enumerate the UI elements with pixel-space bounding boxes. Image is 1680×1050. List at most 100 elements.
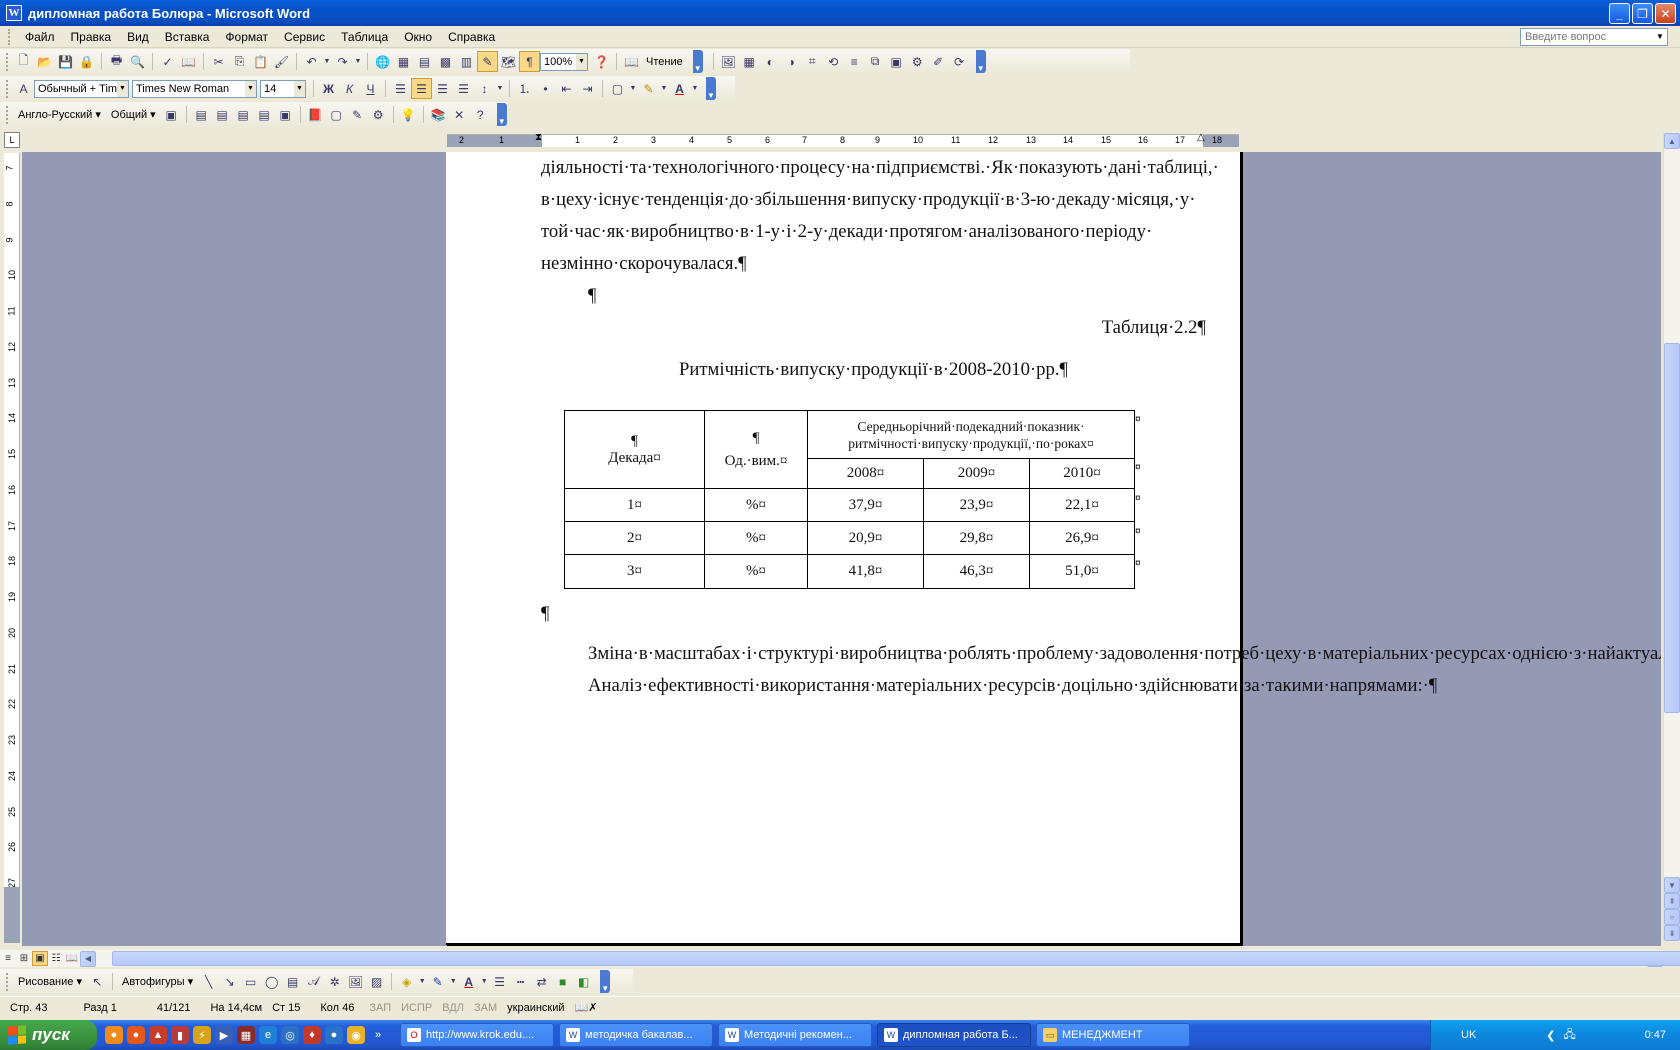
undo-dropdown-icon[interactable]: ▼ [322,51,332,72]
settings-icon[interactable]: ⚙ [368,104,389,125]
font-size-select[interactable]: 14 ▼ [260,79,306,98]
lightbulb-icon[interactable]: 💡 [398,104,419,125]
text-box-icon[interactable]: ▤ [282,971,303,992]
reading-view-icon[interactable]: 📖 [64,951,80,966]
format-picture-icon[interactable]: ⚙ [907,51,928,72]
chevron-down-icon[interactable]: ▼ [117,80,128,97]
vertical-scroll-thumb[interactable] [1664,343,1680,713]
insert-excel-icon[interactable]: ▩ [435,51,456,72]
app-icon[interactable]: ◎ [281,1026,299,1044]
align-left-icon[interactable]: ☰ [390,78,411,99]
scroll-up-icon[interactable]: ▲ [1664,133,1680,149]
font-color-dropdown-icon[interactable]: ▼ [479,971,489,992]
fill-color-icon[interactable]: ◈ [396,971,417,992]
table-autoformat-icon[interactable]: ▦ [739,51,760,72]
vertical-ruler[interactable]: 7 8 9 10 11 12 13 14 15 16 17 18 19 20 2… [4,153,20,943]
app-icon[interactable]: ▲ [149,1026,167,1044]
document-page[interactable]: діяльності·та·технологічного·процесу·на·… [446,152,1661,945]
minimize-button[interactable]: _ [1609,3,1630,24]
toolbar-grip[interactable] [6,105,9,124]
rectangle-icon[interactable]: ▭ [240,971,261,992]
line-style-icon[interactable]: ☰ [489,971,510,992]
media-player-icon[interactable]: ▶ [215,1026,233,1044]
toolbar-grip[interactable] [6,79,9,98]
text-wrap-icon[interactable]: ▣ [886,51,907,72]
scroll-down-icon[interactable]: ▼ [1664,877,1680,893]
insert-table-icon[interactable]: ▤ [414,51,435,72]
borders-icon[interactable]: ▢ [607,78,628,99]
rhythm-table[interactable]: ¶ Декада¤ ¶ Од.·вим.¤ Середньорічний·под… [564,410,1135,589]
tray-expand-icon[interactable]: ❮ [1546,1029,1555,1042]
align-center-icon[interactable]: ☰ [411,78,432,99]
translate-paragraph-icon[interactable]: ▤ [233,104,254,125]
edit-icon[interactable]: ✎ [347,104,368,125]
more-icon[interactable]: » [369,1026,387,1044]
brightness-icon[interactable]: ◑ [781,51,802,72]
word-app-icon[interactable]: W [6,5,22,21]
firefox-icon[interactable]: ● [127,1026,145,1044]
app-icon[interactable]: ⚡ [193,1026,211,1044]
taskbar-item[interactable]: Wметодичка бакалав... [559,1023,713,1047]
document-map-icon[interactable]: 🗺 [498,51,519,72]
status-language[interactable]: украинский [502,1002,569,1014]
print-preview-icon[interactable]: 🔍 [127,51,148,72]
app-icon[interactable]: ▦ [237,1026,255,1044]
font-select[interactable]: Times New Roman ▼ [132,79,257,98]
cut-icon[interactable]: ✂ [208,51,229,72]
numbering-icon[interactable]: ⒈ [514,78,535,99]
font-color-dropdown-icon[interactable]: ▼ [690,78,700,99]
toolbar-grip[interactable] [6,972,9,991]
paragraph-1[interactable]: діяльності·та·технологічного·процесу·на·… [541,152,1219,386]
print-layout-icon[interactable]: ▣ [32,951,48,966]
menu-grip[interactable] [8,28,11,45]
arrow-style-icon[interactable]: ⇄ [531,971,552,992]
zoom-select[interactable]: 100% ▼ [540,52,588,71]
dash-style-icon[interactable]: ┅ [510,971,531,992]
menu-tools[interactable]: Сервис [276,28,333,46]
clip-art-icon[interactable]: 🖼 [345,971,366,992]
chevron-down-icon[interactable]: ▼ [1654,29,1666,45]
menu-view[interactable]: Вид [119,28,157,46]
new-document-icon[interactable]: 🗋 [13,51,34,72]
close-icon[interactable]: ✕ [449,104,470,125]
dictionary-icon[interactable]: ▣ [161,104,182,125]
redo-dropdown-icon[interactable]: ▼ [353,51,363,72]
previous-page-icon[interactable]: ⇞ [1664,893,1680,909]
app-icon[interactable]: ▮ [171,1026,189,1044]
justify-icon[interactable]: ☰ [453,78,474,99]
compress-icon[interactable]: ⧉ [865,51,886,72]
chevron-down-icon[interactable]: ▼ [245,80,256,97]
reading-button[interactable]: Чтение [642,56,687,68]
network-icon[interactable]: 🖧 [1564,1026,1576,1045]
autoshapes-menu-button[interactable]: Автофигуры ▾ [117,975,198,988]
close-button[interactable]: ✕ [1655,3,1676,24]
post-table-text[interactable]: ¶ Зміна·в·масштабах·і·структурі·виробниц… [541,598,1661,702]
toolbar-options-icon[interactable]: ▼ [496,103,507,126]
menu-file[interactable]: Файл [17,28,63,46]
toolbar-options-icon[interactable]: ▼ [975,50,986,73]
undo-icon[interactable]: ↶ [301,51,322,72]
spelling-status-icon[interactable]: 📖✗ [570,1001,603,1014]
toolbar-options-icon[interactable]: ▼ [600,970,611,993]
taskbar-item[interactable]: ▭ МЕНЕДЖМЕНТ [1036,1023,1190,1047]
line-color-icon[interactable]: ✎ [427,971,448,992]
chevron-down-icon[interactable]: ▼ [576,53,587,70]
styles-pane-icon[interactable]: A [13,78,34,99]
restore-button[interactable]: ❐ [1632,3,1653,24]
set-transparent-icon[interactable]: ✐ [928,51,949,72]
line-icon[interactable]: ╲ [198,971,219,992]
borders-dropdown-icon[interactable]: ▼ [628,78,638,99]
browse-object-icon[interactable]: ○ [1664,909,1680,925]
drawing-icon[interactable]: ✎ [477,51,498,72]
chrome-icon[interactable]: ◉ [347,1026,365,1044]
font-color-icon[interactable]: A [458,971,479,992]
horizontal-scroll-thumb[interactable] [112,951,1680,966]
decrease-indent-icon[interactable]: ⇤ [556,78,577,99]
right-indent-marker[interactable]: △ [1197,132,1208,150]
style-select[interactable]: Обычный + Time ▼ [34,79,129,98]
status-overtype[interactable]: ЗАМ [469,1002,502,1014]
underline-icon[interactable]: Ч [360,78,381,99]
show-hide-pilcrow-icon[interactable]: ¶ [519,51,540,72]
save-icon[interactable]: 💾 [55,51,76,72]
crop-icon[interactable]: ⌗ [802,51,823,72]
